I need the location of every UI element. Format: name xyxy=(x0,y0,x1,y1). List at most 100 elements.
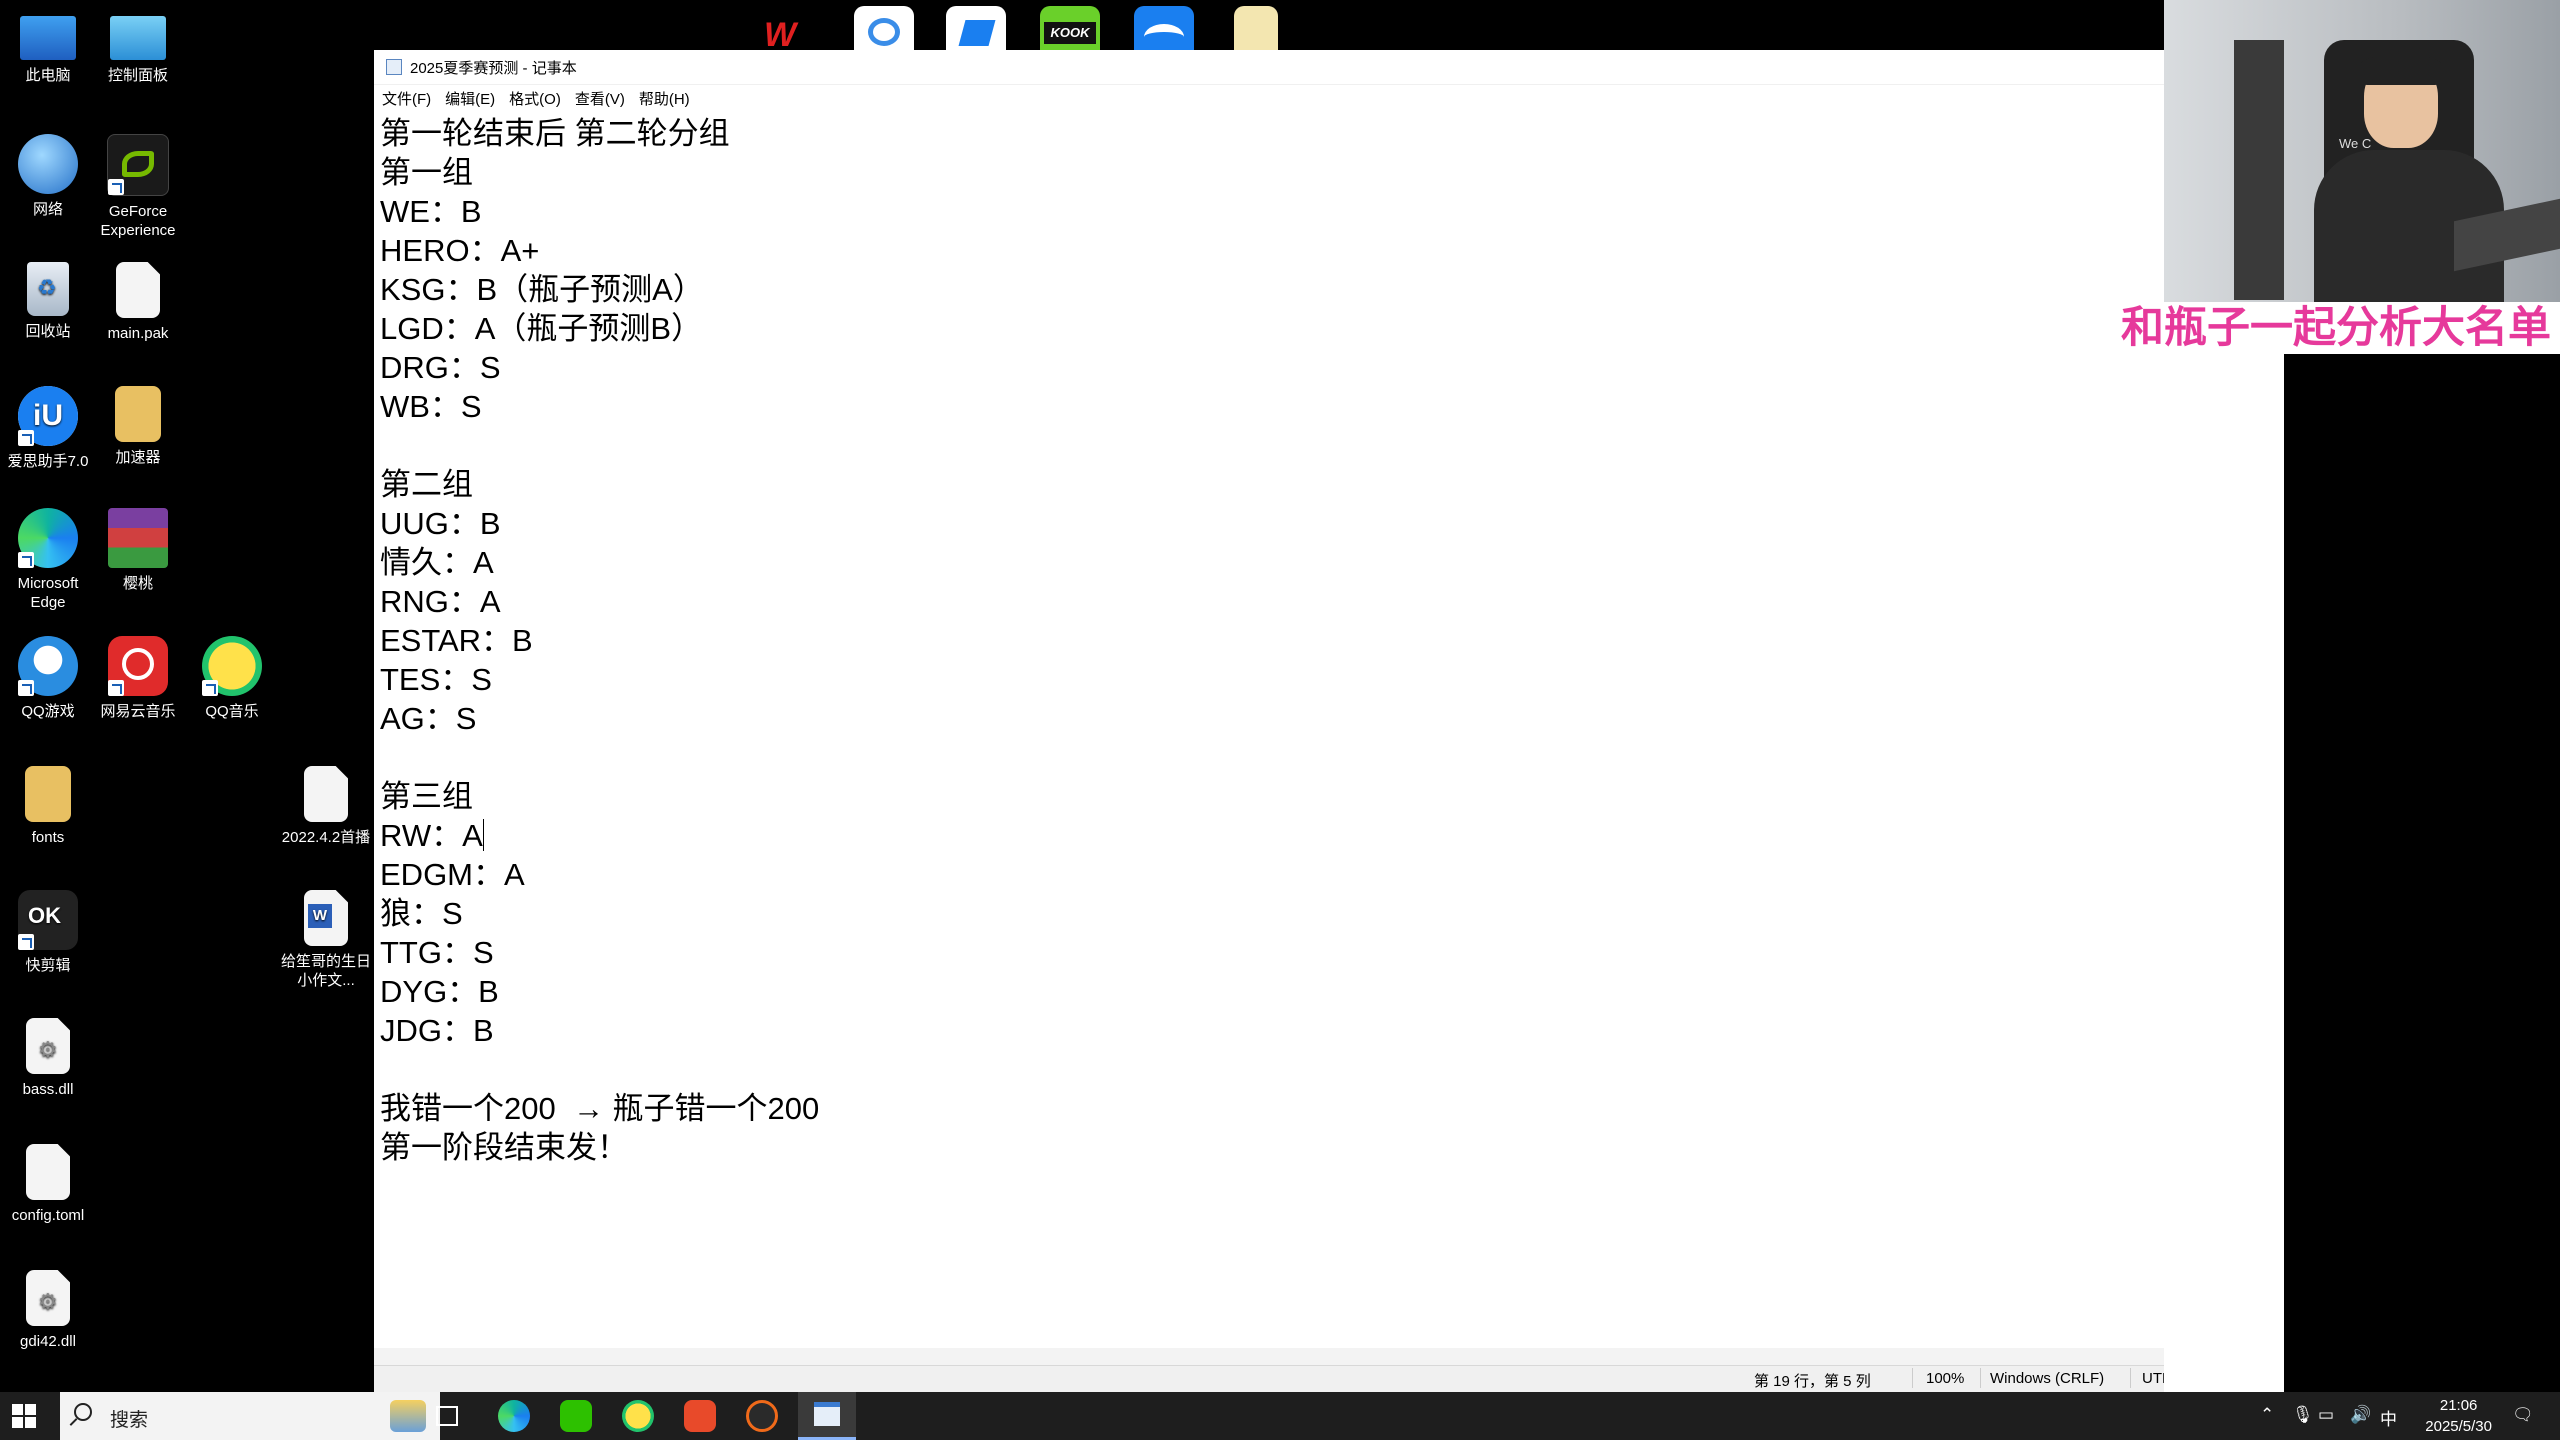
menu-view[interactable]: 查看(V) xyxy=(575,88,625,109)
search-placeholder: 搜索 xyxy=(110,1410,149,1431)
menu-help[interactable]: 帮助(H) xyxy=(639,88,690,109)
qq-music-icon xyxy=(202,636,262,696)
desktop-icon-label: config.toml xyxy=(11,1207,85,1224)
desktop-icon-label: QQ游戏 xyxy=(21,703,75,720)
horizontal-scrollbar[interactable] xyxy=(374,1348,2266,1366)
text-line xyxy=(380,738,2264,777)
text-line: 我错一个200 → 瓶子错一个200 xyxy=(380,1091,820,1126)
text-line: RW：A xyxy=(380,818,484,853)
menu-format[interactable]: 格式(O) xyxy=(509,88,561,109)
text-line: TES：S xyxy=(380,662,492,697)
text-line: DRG：S xyxy=(380,350,501,385)
desktop-icon-birthday-essay[interactable]: W 给笙哥的生日小作文... xyxy=(278,890,374,990)
menu-file[interactable]: 文件(F) xyxy=(382,88,431,109)
text-line: DYG：B xyxy=(380,974,499,1009)
desktop-icon-qq-game[interactable]: QQ游戏 xyxy=(0,636,96,721)
taskbar-search[interactable]: 搜索 xyxy=(60,1392,440,1440)
notepad-icon xyxy=(814,1402,840,1426)
microphone-icon[interactable]: 🎙 xyxy=(2292,1405,2314,1425)
wps-icon[interactable]: W xyxy=(758,6,818,52)
title-bar[interactable]: 2025夏季赛预测 - 记事本 — xyxy=(374,50,2284,85)
desktop-icon-recycle-bin[interactable]: ♻ 回收站 xyxy=(0,262,96,341)
notepad-taskbar-button[interactable] xyxy=(798,1392,856,1440)
browser-g-icon[interactable] xyxy=(746,1400,778,1432)
search-highlight-icon xyxy=(390,1400,426,1432)
windows-start-icon[interactable] xyxy=(12,1404,36,1428)
menu-bar: 文件(F) 编辑(E) 格式(O) 查看(V) 帮助(H) xyxy=(374,85,2284,111)
desktop-icon-label: 快剪辑 xyxy=(25,957,71,974)
wechat-icon[interactable] xyxy=(560,1400,592,1432)
lark-icon[interactable] xyxy=(1134,6,1194,50)
text-editor[interactable]: 第一轮结束后 第二轮分组 第一组 WE：B HERO：A+ KSG：B（瓶子预测A） LG… xyxy=(380,114,2264,1346)
i4-assistant-icon: iU xyxy=(18,386,78,446)
text-line: 第一轮结束后 第二轮分组 xyxy=(380,116,730,151)
netease-music-icon xyxy=(108,636,168,696)
desktop-icon-geforce[interactable]: GeForce Experience xyxy=(90,134,186,240)
word-document-icon: W xyxy=(304,890,348,946)
desktop-icon-this-pc[interactable]: 此电脑 xyxy=(0,8,96,85)
winrar-icon xyxy=(108,508,168,568)
kuaijianji-icon: OK xyxy=(18,890,78,950)
dll-file-icon: ⚙ xyxy=(26,1018,70,1074)
text-line: 狼：S xyxy=(380,896,463,931)
text-line xyxy=(380,1050,2264,1089)
desktop-icon-network[interactable]: 网络 xyxy=(0,134,96,219)
desktop-icon-config-toml[interactable]: config.toml xyxy=(0,1144,96,1225)
ime-indicator[interactable]: 中 xyxy=(2380,1405,2397,1430)
task-view-icon[interactable] xyxy=(436,1406,458,1426)
desktop-icon-qq-music[interactable]: QQ音乐 xyxy=(184,636,280,721)
desktop-icon-label: Microsoft Edge xyxy=(17,575,79,611)
notification-icon[interactable]: 🗨 xyxy=(2512,1405,2534,1425)
text-line: JDG：B xyxy=(380,1013,494,1048)
desktop-icon-bass-dll[interactable]: ⚙ bass.dll xyxy=(0,1018,96,1099)
desktop-icon-i4-assistant[interactable]: iU 爱思助手7.0 xyxy=(0,386,96,471)
network-tray-icon[interactable]: ▭ xyxy=(2318,1405,2334,1425)
desktop-icon-2022-broadcast[interactable]: 2022.4.2首播 xyxy=(278,766,374,847)
cursor-position: 第 19 行，第 5 列 xyxy=(1754,1373,1871,1390)
game-app-icon[interactable] xyxy=(684,1400,716,1432)
webcam-shirt-text: We C xyxy=(2339,136,2372,151)
qq-music-taskbar-icon[interactable] xyxy=(622,1400,654,1432)
baidu-netdisk-icon[interactable] xyxy=(854,6,914,50)
notepad-window: 2025夏季赛预测 - 记事本 — 文件(F) 编辑(E) 格式(O) 查看(V… xyxy=(374,50,2284,1392)
desktop-icon-netease-music[interactable]: 网易云音乐 xyxy=(90,636,186,721)
tencent-meeting-icon[interactable] xyxy=(946,6,1006,50)
desktop-icon-label: 给笙哥的生日小作文... xyxy=(280,953,371,989)
kook-icon[interactable]: KOOK xyxy=(1040,6,1100,50)
text-line: ESTAR：B xyxy=(380,623,533,658)
desktop-icon-control-panel[interactable]: 控制面板 xyxy=(90,8,186,85)
nvidia-icon xyxy=(107,134,169,196)
file-icon xyxy=(26,1144,70,1200)
webcam-overlay: We C xyxy=(2164,0,2560,302)
text-line: UUG：B xyxy=(380,506,501,541)
desktop-icon-accelerator[interactable]: 加速器 xyxy=(90,386,186,467)
text-line: 情久：A xyxy=(380,545,494,580)
notepad-icon xyxy=(386,59,402,75)
volume-icon[interactable]: 🔊 xyxy=(2350,1405,2371,1425)
desktop-icon-label: main.pak xyxy=(107,325,169,342)
desktop-icon-label: 2022.4.2首播 xyxy=(281,829,371,846)
edge-taskbar-icon[interactable] xyxy=(498,1400,530,1432)
desktop-icon-label: 控制面板 xyxy=(107,67,168,84)
clock[interactable]: 21:06 2025/5/30 xyxy=(2425,1395,2492,1437)
chevron-up-icon[interactable]: ⌃ xyxy=(2260,1405,2274,1425)
desktop-icon-label: 回收站 xyxy=(25,323,71,340)
background-window-edge xyxy=(2164,354,2284,1392)
desktop-icon-label: 加速器 xyxy=(115,449,161,466)
desktop-icon-main-pak[interactable]: main.pak xyxy=(90,262,186,343)
text-line xyxy=(380,426,2264,465)
status-bar: 第 19 行，第 5 列 100% Windows (CRLF) UTF-8 xyxy=(374,1365,2284,1392)
desktop-icon-edge[interactable]: Microsoft Edge xyxy=(0,508,96,612)
desktop-icon-cherry[interactable]: 樱桃 xyxy=(90,508,186,593)
text-line: HERO：A+ xyxy=(380,233,540,268)
desktop-icon-label: 网易云音乐 xyxy=(100,703,176,720)
folder-icon[interactable] xyxy=(1234,6,1278,50)
desktop-icon-gdi42-dll[interactable]: ⚙ gdi42.dll xyxy=(0,1270,96,1351)
desktop-icon-kuaijianji[interactable]: OK 快剪辑 xyxy=(0,890,96,975)
text-line: RNG：A xyxy=(380,584,501,619)
control-panel-icon xyxy=(110,16,166,60)
file-icon xyxy=(116,262,160,318)
menu-edit[interactable]: 编辑(E) xyxy=(445,88,495,109)
desktop-icon-fonts[interactable]: fonts xyxy=(0,766,96,847)
folder-icon xyxy=(115,386,161,442)
